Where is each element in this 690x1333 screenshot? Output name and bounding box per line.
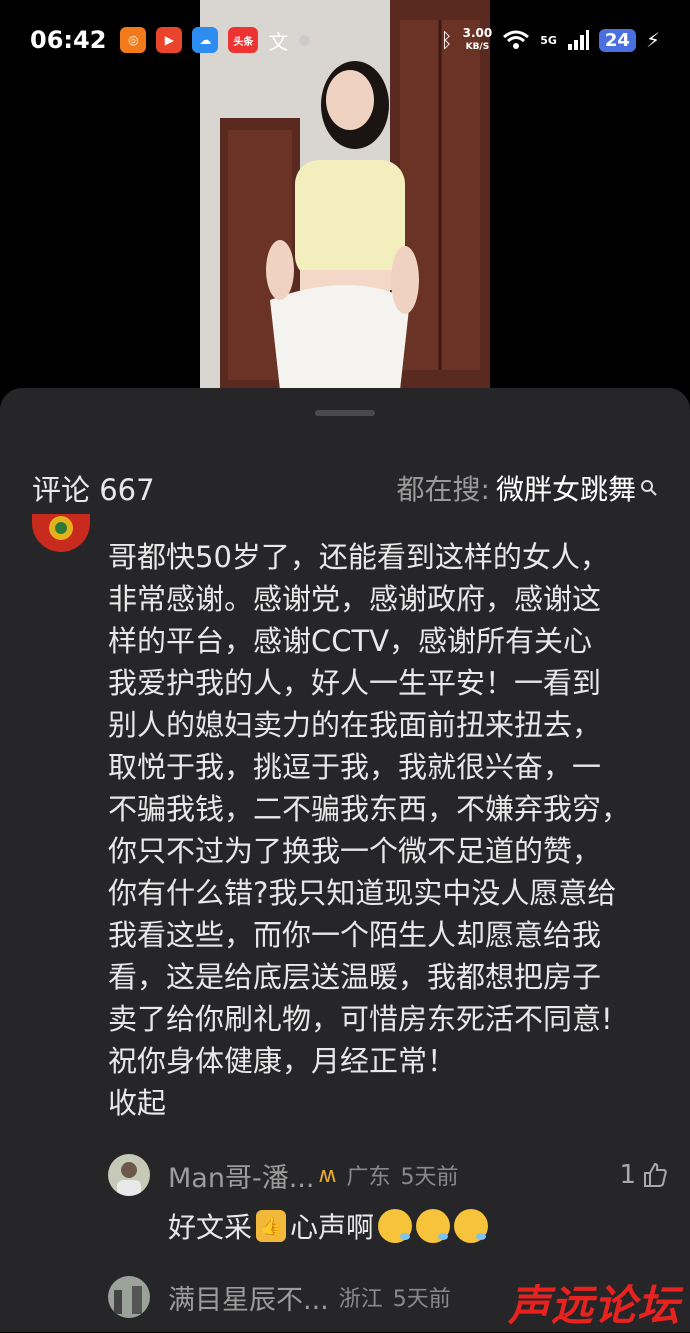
play-icon: ▶ <box>156 27 183 53</box>
search-suggestion[interactable]: 都在搜: 微胖女跳舞 <box>397 468 658 508</box>
thumbs-up-emoji-icon: 👍 <box>256 1210 287 1242</box>
bluetooth-icon: ᛒ <box>440 28 453 52</box>
reply-location: 广东 <box>346 1165 391 1190</box>
comment-count-value: 667 <box>99 473 155 507</box>
status-bar: 06:42 ◎ ▶ ☁ 头条 文 ● ᛒ 3.00 KB/S 5G 24 ⚡ <box>0 0 690 80</box>
network-speed-unit: KB/S <box>465 42 490 52</box>
reply-time: 5天前 <box>392 1287 451 1312</box>
translate-icon: 文 <box>268 29 289 54</box>
search-icon[interactable] <box>640 479 658 497</box>
reply-avatar[interactable] <box>108 1276 150 1318</box>
watermark-logo: 声远论坛 <box>507 1280 680 1330</box>
crying-laugh-emoji-icon <box>454 1209 489 1243</box>
app-icon-orange: ◎ <box>120 27 147 53</box>
like-count: 1 <box>619 1160 636 1190</box>
comment-count: 评论 667 <box>32 467 155 509</box>
status-time: 06:42 <box>30 26 107 54</box>
comments-sheet: 评论 667 都在搜: 微胖女跳舞 哥都快50岁了，还能看到这样的女人， 非常感… <box>0 388 690 1332</box>
badge-icon <box>32 514 90 552</box>
signal-label: 5G <box>540 33 557 47</box>
collapse-button[interactable]: 收起 <box>108 1080 166 1122</box>
like-button[interactable]: 1 <box>619 1160 668 1190</box>
comment-text: 哥都快50岁了，还能看到这样的女人， 非常感谢。感谢党，感谢政府，感谢这 样的平… <box>108 540 631 1078</box>
comment-count-label: 评论 <box>32 473 91 507</box>
charging-icon: ⚡ <box>645 28 660 52</box>
status-left: 06:42 ◎ ▶ ☁ 头条 文 ● <box>30 26 311 55</box>
commenter-avatar[interactable] <box>32 514 90 552</box>
toutiao-icon: 头条 <box>228 27 259 53</box>
dot-icon: ● <box>298 32 311 48</box>
status-right: ᛒ 3.00 KB/S 5G 24 ⚡ <box>441 27 660 53</box>
search-term[interactable]: 微胖女跳舞 <box>496 468 636 508</box>
network-speed: 3.00 KB/S <box>463 27 493 53</box>
avatar-image <box>108 1276 150 1318</box>
search-prefix: 都在搜: <box>396 473 490 506</box>
thumbs-up-icon <box>644 1162 667 1187</box>
reply-username[interactable]: Man哥-潘... <box>168 1156 314 1195</box>
reply-avatar[interactable] <box>108 1154 150 1196</box>
reply-username[interactable]: 满目星辰不... <box>168 1278 329 1317</box>
creator-badge-icon: ʍ <box>318 1162 337 1188</box>
comments-header: 评论 667 都在搜: 微胖女跳舞 <box>32 468 658 508</box>
avatar-image <box>108 1154 150 1196</box>
reply-location: 浙江 <box>338 1287 383 1312</box>
wifi-icon <box>503 30 530 49</box>
reply-item: Man哥-潘... ʍ 广东 5天前 1 好文采 👍 心声啊 <box>108 1154 668 1246</box>
sheet-grab-handle[interactable] <box>315 410 375 416</box>
battery-indicator: 24 <box>598 28 636 52</box>
reply-header: Man哥-潘... ʍ 广东 5天前 1 <box>108 1154 668 1196</box>
network-speed-value: 3.00 <box>462 26 493 40</box>
reply-content: 好文采 👍 心声啊 <box>168 1206 668 1246</box>
reply-time: 5天前 <box>400 1165 459 1190</box>
chat-icon: ☁ <box>192 27 219 53</box>
crying-laugh-emoji-icon <box>378 1209 413 1243</box>
reply-text-part1: 好文采 <box>168 1211 253 1244</box>
reply-text-part2: 心声啊 <box>290 1211 375 1244</box>
signal-icon <box>567 30 589 50</box>
crying-laugh-emoji-icon <box>416 1209 451 1243</box>
